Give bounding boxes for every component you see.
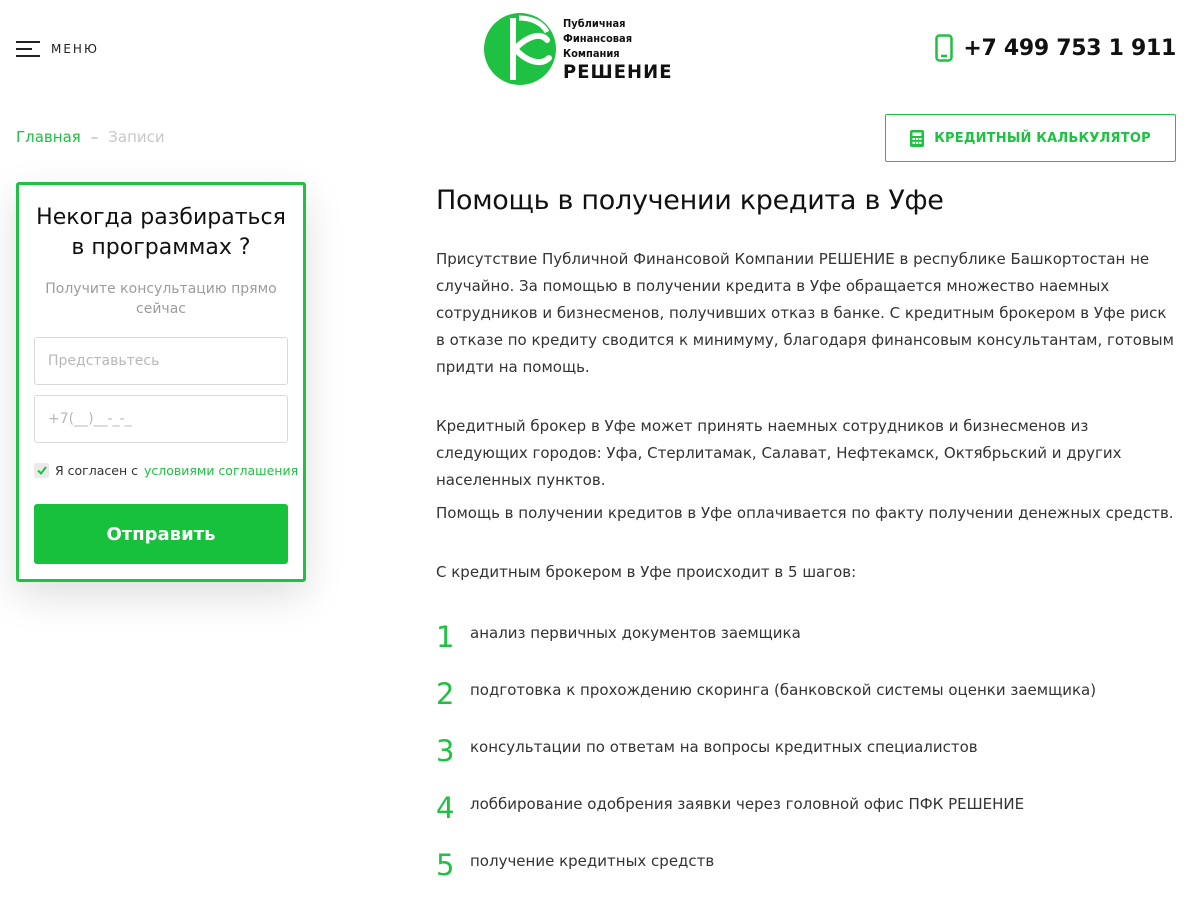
logo-name: РЕШЕНИЕ xyxy=(563,60,673,83)
article-paragraph: Кредитный брокер в Уфе может принять нае… xyxy=(436,417,1122,489)
step-text: подготовка к прохождению скоринга (банко… xyxy=(470,681,1097,699)
name-input[interactable] xyxy=(34,337,288,385)
menu-button[interactable]: МЕНЮ xyxy=(16,40,99,58)
logo-text: Публичная Финансовая Компания РЕШЕНИЕ xyxy=(563,16,671,83)
agreement-text: Я согласен с xyxy=(55,463,138,478)
breadcrumb-home[interactable]: Главная xyxy=(16,128,81,146)
step-item: 5 получение кредитных средств xyxy=(436,848,714,882)
credit-calculator-label: КРЕДИТНЫЙ КАЛЬКУЛЯТОР xyxy=(934,130,1151,146)
logo-emblem-icon xyxy=(484,13,556,85)
logo-line-1: Публичная xyxy=(563,16,626,30)
step-item: 4 лоббирование одобрения заявки через го… xyxy=(436,791,1024,825)
step-item: 2 подготовка к прохождению скоринга (бан… xyxy=(436,677,1096,711)
step-number: 1 xyxy=(436,620,455,654)
form-subtitle: Получите консультацию прямо сейчас xyxy=(45,281,277,317)
logo-line-3: Компания xyxy=(563,46,620,60)
article-paragraph: Помощь в получении кредитов в Уфе оплачи… xyxy=(436,504,1174,522)
logo[interactable]: Публичная Финансовая Компания РЕШЕНИЕ xyxy=(483,12,671,86)
step-number: 2 xyxy=(436,677,455,711)
step-text: анализ первичных документов заемщика xyxy=(470,624,801,642)
breadcrumb-separator: – xyxy=(90,128,99,146)
step-number: 4 xyxy=(436,791,455,825)
form-title: Некогда разбираться в программах ? xyxy=(36,205,286,260)
step-text: получение кредитных средств xyxy=(470,852,715,870)
step-item: 3 консультации по ответам на вопросы кре… xyxy=(436,734,978,768)
check-icon xyxy=(36,466,47,475)
menu-label: МЕНЮ xyxy=(51,42,99,56)
consultation-form: Некогда разбираться в программах ? Получ… xyxy=(16,182,306,582)
agreement-checkbox[interactable] xyxy=(34,463,49,478)
submit-button[interactable]: Отправить xyxy=(34,504,288,564)
agreement-link[interactable]: условиями соглашения xyxy=(144,463,298,478)
mobile-phone-icon xyxy=(935,34,954,62)
hamburger-icon xyxy=(16,40,40,58)
calculator-icon xyxy=(910,129,925,147)
step-number: 3 xyxy=(436,734,455,768)
article: Помощь в получении кредита в Уфе Присутс… xyxy=(436,182,1176,882)
logo-line-2: Финансовая xyxy=(563,31,633,45)
breadcrumb-current: Записи xyxy=(108,128,165,146)
phone-link[interactable]: +7 499 753 1 911 xyxy=(935,34,1176,62)
credit-calculator-button[interactable]: КРЕДИТНЫЙ КАЛЬКУЛЯТОР xyxy=(885,114,1176,162)
step-number: 5 xyxy=(436,848,455,882)
breadcrumb: Главная – Записи xyxy=(16,128,165,146)
phone-number: +7 499 753 1 911 xyxy=(963,35,1176,61)
step-text: лоббирование одобрения заявки через голо… xyxy=(470,795,1025,813)
article-paragraph: С кредитным брокером в Уфе происходит в … xyxy=(436,563,857,581)
step-item: 1 анализ первичных документов заемщика xyxy=(436,620,801,654)
step-text: консультации по ответам на вопросы креди… xyxy=(470,738,978,756)
article-paragraph: Присутствие Публичной Финансовой Компани… xyxy=(436,250,1174,376)
agreement-row: Я согласен с условиями соглашения xyxy=(34,463,298,478)
phone-input[interactable] xyxy=(34,395,288,443)
page-title: Помощь в получении кредита в Уфе xyxy=(436,185,944,216)
